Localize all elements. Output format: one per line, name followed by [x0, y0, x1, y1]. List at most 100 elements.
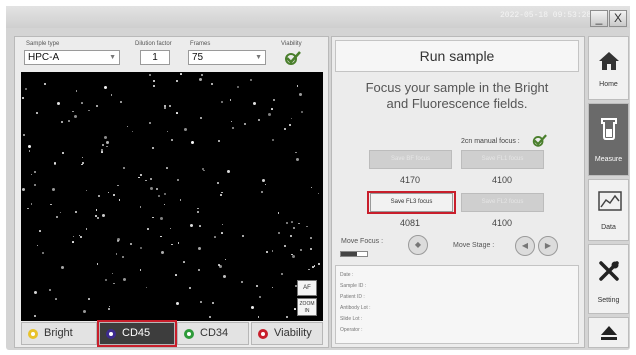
cell-dot — [83, 310, 87, 314]
focus-slider[interactable] — [340, 251, 368, 257]
stage-right-button[interactable]: ▶ — [538, 236, 558, 256]
save-fl1-focus-button[interactable]: Save FL1 focus — [461, 150, 544, 169]
manual-focus-label: 2cn manual focus : — [461, 138, 520, 145]
nav-measure[interactable]: Measure — [588, 103, 629, 176]
cell-dot — [103, 135, 107, 139]
cell-dot — [28, 150, 31, 152]
cell-dot — [72, 110, 74, 113]
cell-dot — [147, 228, 150, 231]
cell-dot — [258, 295, 261, 298]
cell-dot — [306, 225, 308, 228]
cell-dot — [272, 98, 275, 101]
cell-dot — [277, 231, 280, 234]
cell-dot — [152, 216, 154, 219]
check-icon[interactable] — [531, 134, 547, 147]
tab-bright[interactable]: Bright — [21, 322, 97, 345]
cell-dot — [138, 176, 140, 179]
cell-dot — [35, 111, 38, 114]
viability-label: Viability — [281, 41, 302, 47]
cell-dot — [166, 130, 169, 133]
cell-dot — [55, 298, 57, 300]
info-operator: Operator : — [340, 327, 363, 333]
tab-bright-label: Bright — [44, 327, 73, 339]
cell-dot — [291, 221, 293, 223]
close-button[interactable]: X — [609, 10, 627, 27]
cell-dot — [296, 85, 299, 87]
cell-dot — [153, 79, 156, 82]
frames-select[interactable]: 75 ▼ — [188, 50, 266, 65]
dilution-factor-input[interactable]: 1 — [140, 50, 170, 65]
cell-dot — [101, 148, 104, 151]
active-tab-highlight — [97, 320, 177, 347]
cell-dot — [292, 254, 296, 258]
cell-dot — [59, 211, 62, 214]
cell-dot — [163, 193, 166, 196]
chevron-down-icon: ▼ — [109, 54, 116, 61]
cell-dot — [155, 188, 158, 191]
sample-type-select[interactable]: HPC-A ▼ — [24, 50, 120, 65]
cell-dot — [102, 214, 106, 218]
cell-dot — [122, 255, 125, 258]
cell-dot — [308, 268, 310, 271]
cell-dot — [149, 74, 152, 77]
cell-dot — [55, 215, 58, 218]
cell-dot — [112, 193, 115, 196]
cell-dot — [176, 301, 180, 305]
cell-dot — [88, 297, 91, 300]
cell-dot — [179, 199, 182, 201]
save-bf-focus-button[interactable]: Save BF focus — [369, 150, 452, 169]
cell-dot — [211, 301, 214, 304]
stage-left-button[interactable]: ◀ — [515, 236, 535, 256]
check-icon[interactable] — [283, 51, 301, 65]
cell-dot — [79, 236, 82, 239]
cell-dot — [168, 105, 171, 108]
cell-dot — [44, 82, 46, 85]
cell-dot — [236, 86, 239, 88]
cell-dot — [131, 130, 134, 133]
nav-home[interactable]: Home — [588, 36, 629, 100]
cell-dot — [232, 127, 235, 130]
cell-dot — [284, 245, 287, 248]
cell-dot — [196, 211, 199, 214]
cell-dot — [198, 246, 202, 250]
sample-type-label: Sample type — [26, 41, 60, 47]
cell-image-view[interactable] — [21, 72, 323, 321]
cell-dot — [251, 306, 255, 310]
focus-step-button[interactable]: ◆ — [408, 235, 428, 255]
zoom-in-button[interactable]: ZOOM IN — [297, 298, 317, 316]
cell-dot — [21, 188, 25, 192]
cell-dot — [188, 287, 191, 290]
nav-eject[interactable] — [588, 317, 629, 348]
cell-dot — [221, 232, 223, 234]
nav-setting-label: Setting — [597, 297, 620, 304]
cell-dot — [140, 174, 143, 177]
tab-cd34-label: CD34 — [200, 327, 229, 339]
cell-dot — [197, 269, 200, 272]
move-focus-label: Move Focus : — [341, 238, 384, 245]
cell-dot — [33, 170, 36, 173]
cell-dot — [107, 191, 110, 194]
cell-dot — [268, 113, 272, 117]
cell-dot — [33, 184, 36, 187]
nav-setting[interactable]: Setting — [588, 244, 629, 314]
cell-dot — [34, 314, 36, 317]
minimize-button[interactable]: _ — [590, 10, 608, 27]
info-antibody-lot: Antibody Lot : — [340, 305, 371, 311]
cell-dot — [250, 79, 253, 82]
instruction-line-2: and Fluorescence fields. — [386, 96, 528, 111]
tab-cd34[interactable]: CD34 — [177, 322, 249, 345]
settings-icon — [599, 261, 619, 281]
autofocus-button[interactable]: AF — [297, 280, 317, 296]
save-fl2-focus-button[interactable]: Save FL2 focus — [461, 193, 544, 212]
cell-dot — [81, 102, 83, 104]
cell-dot — [175, 274, 177, 276]
frames-value: 75 — [192, 52, 204, 63]
timestamp: 2022-05-18 09:53:28 — [500, 11, 592, 20]
cell-dot — [317, 263, 320, 266]
cell-dot — [296, 157, 300, 161]
tab-viability[interactable]: Viability — [251, 322, 323, 345]
cell-dot — [217, 139, 220, 142]
eject-icon — [601, 326, 617, 340]
cell-dot — [96, 216, 99, 219]
nav-data[interactable]: Data — [588, 179, 629, 241]
